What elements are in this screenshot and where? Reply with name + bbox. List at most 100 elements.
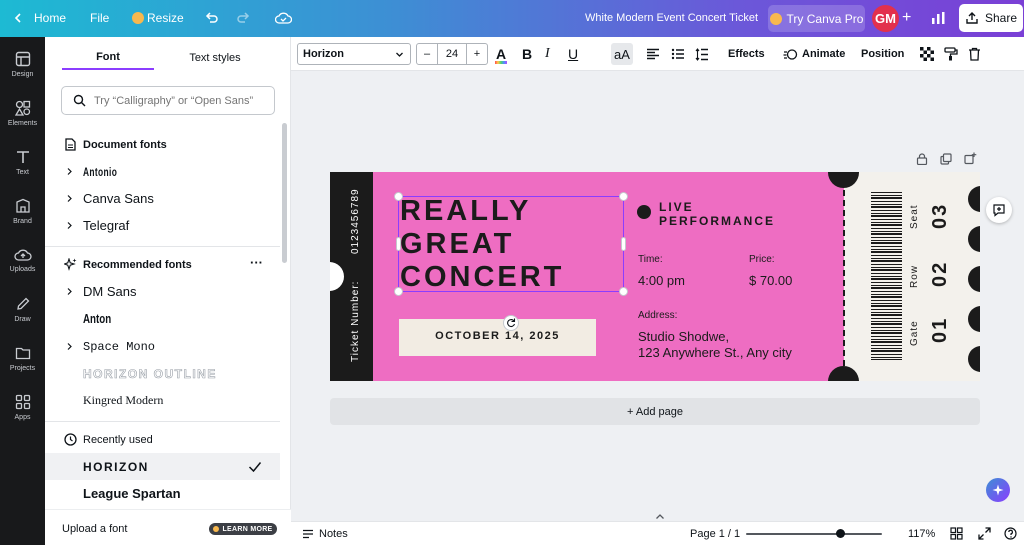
resize-handle[interactable]: [619, 287, 628, 296]
side-handle[interactable]: [621, 237, 626, 251]
price-value[interactable]: $ 70.00: [749, 273, 792, 288]
learn-more-badge[interactable]: LEARN MORE: [209, 523, 277, 535]
effects-button[interactable]: Effects: [728, 43, 765, 65]
font-row-horizon[interactable]: Horizon: [45, 453, 280, 480]
redo-button[interactable]: [236, 6, 251, 30]
font-search-input[interactable]: [94, 94, 274, 107]
more-options-icon[interactable]: ···: [250, 255, 263, 270]
rail-item-projects[interactable]: Projects: [0, 335, 45, 381]
grid-view-button[interactable]: [950, 527, 963, 543]
decrease-font-size-button[interactable]: –: [417, 44, 438, 64]
font-row-canva-sans[interactable]: Canva Sans: [45, 185, 280, 212]
rail-item-design[interactable]: Design: [0, 41, 45, 87]
selection-box[interactable]: [398, 196, 624, 292]
resize-handle[interactable]: [394, 192, 403, 201]
delete-button[interactable]: [968, 43, 981, 65]
font-row-league-spartan[interactable]: League Spartan: [45, 480, 280, 507]
help-button[interactable]: [1004, 527, 1017, 543]
zoom-slider-track[interactable]: [746, 533, 882, 535]
seat-label[interactable]: Seat: [909, 204, 920, 229]
show-pages-button[interactable]: [650, 511, 670, 521]
font-row-dm-sans[interactable]: DM Sans: [45, 278, 280, 305]
rail-item-apps[interactable]: Apps: [0, 384, 45, 430]
spacing-button[interactable]: [695, 43, 709, 65]
undo-button[interactable]: [204, 6, 219, 30]
align-button[interactable]: [646, 43, 660, 65]
avatar[interactable]: GM: [872, 5, 899, 32]
row-label[interactable]: Row: [909, 265, 920, 288]
add-page-button[interactable]: + Add page: [330, 398, 980, 425]
zoom-level[interactable]: 117%: [908, 528, 935, 540]
increase-font-size-button[interactable]: +: [466, 44, 487, 64]
live-performance-line[interactable]: LIVE: [659, 200, 694, 214]
side-handle[interactable]: [396, 237, 401, 251]
resize-handle[interactable]: [619, 192, 628, 201]
address-label[interactable]: Address:: [638, 310, 677, 321]
underline-button[interactable]: U: [568, 43, 578, 65]
barcode[interactable]: [871, 192, 902, 360]
font-search-box[interactable]: [61, 86, 275, 115]
resize-button[interactable]: Resize: [132, 6, 184, 30]
upload-font-link[interactable]: Upload a font: [62, 523, 127, 535]
animate-label: Animate: [802, 48, 846, 60]
align-left-icon: [647, 48, 659, 60]
tab-font[interactable]: Font: [62, 46, 154, 70]
page-indicator[interactable]: Page 1 / 1: [690, 528, 740, 540]
share-button[interactable]: Share: [959, 4, 1023, 32]
document-title[interactable]: White Modern Event Concert Ticket: [585, 6, 758, 30]
font-row-space-mono[interactable]: Space Mono: [45, 333, 280, 360]
gate-label[interactable]: Gate: [909, 320, 920, 346]
resize-handle[interactable]: [394, 287, 403, 296]
address-line[interactable]: 123 Anywhere St., Any city: [638, 345, 792, 360]
zoom-slider-thumb[interactable]: [836, 529, 845, 538]
list-button[interactable]: [671, 43, 685, 65]
time-value[interactable]: 4:00 pm: [638, 273, 685, 288]
text-color-button[interactable]: A: [495, 43, 508, 65]
rail-item-draw[interactable]: Draw: [0, 286, 45, 332]
ticket-number-label[interactable]: Ticket Number:: [350, 281, 361, 362]
font-size-input[interactable]: 24: [438, 48, 466, 60]
letter-case-button[interactable]: aA: [611, 43, 633, 65]
event-date[interactable]: OCTOBER 14, 2025: [399, 330, 596, 342]
gate-value[interactable]: 01: [929, 317, 952, 343]
add-page-icon-button[interactable]: [964, 152, 977, 170]
price-label[interactable]: Price:: [749, 254, 775, 265]
try-pro-button[interactable]: Try Canva Pro: [768, 5, 865, 32]
transparency-button[interactable]: [920, 43, 934, 65]
address-line[interactable]: Studio Shodwe,: [638, 329, 729, 344]
rail-item-uploads[interactable]: Uploads: [0, 237, 45, 283]
serial-number[interactable]: 0123456789: [350, 188, 361, 254]
row-value[interactable]: 02: [929, 261, 952, 287]
rotate-handle[interactable]: [503, 315, 519, 331]
lock-button[interactable]: [916, 152, 928, 170]
time-label[interactable]: Time:: [638, 254, 663, 265]
add-member-button[interactable]: +: [902, 6, 911, 30]
format-painter-button[interactable]: [944, 43, 958, 65]
live-performance-line[interactable]: PERFORMANCE: [659, 214, 775, 228]
font-row-antonio[interactable]: Antonio: [45, 158, 280, 185]
italic-button[interactable]: I: [545, 43, 550, 65]
fullscreen-button[interactable]: [978, 527, 991, 543]
magic-add-button[interactable]: [986, 197, 1012, 223]
notes-button[interactable]: Notes: [302, 528, 348, 540]
font-row-horizon-outline[interactable]: Horizon Outline: [45, 360, 280, 387]
home-button[interactable]: Home: [12, 6, 66, 30]
rail-item-text[interactable]: Text: [0, 139, 45, 185]
font-family-dropdown[interactable]: Horizon: [297, 43, 411, 65]
cloud-save-button[interactable]: [275, 6, 292, 30]
bold-button[interactable]: B: [522, 43, 532, 65]
analytics-button[interactable]: [931, 6, 946, 30]
font-row-kingred-modern[interactable]: Kingred Modern: [45, 387, 280, 414]
animate-button[interactable]: Animate: [783, 43, 845, 65]
panel-scrollbar[interactable]: [282, 123, 287, 263]
seat-value[interactable]: 03: [929, 203, 952, 229]
font-row-telegraf[interactable]: Telegraf: [45, 212, 280, 239]
assistant-button[interactable]: [986, 478, 1010, 502]
file-menu[interactable]: File: [90, 6, 109, 30]
rail-item-brand[interactable]: Brand: [0, 188, 45, 234]
rail-item-elements[interactable]: Elements: [0, 90, 45, 136]
duplicate-page-button[interactable]: [940, 152, 952, 170]
font-row-anton[interactable]: Anton: [45, 305, 280, 332]
position-button[interactable]: Position: [861, 43, 904, 65]
tab-text-styles[interactable]: Text styles: [169, 46, 261, 70]
